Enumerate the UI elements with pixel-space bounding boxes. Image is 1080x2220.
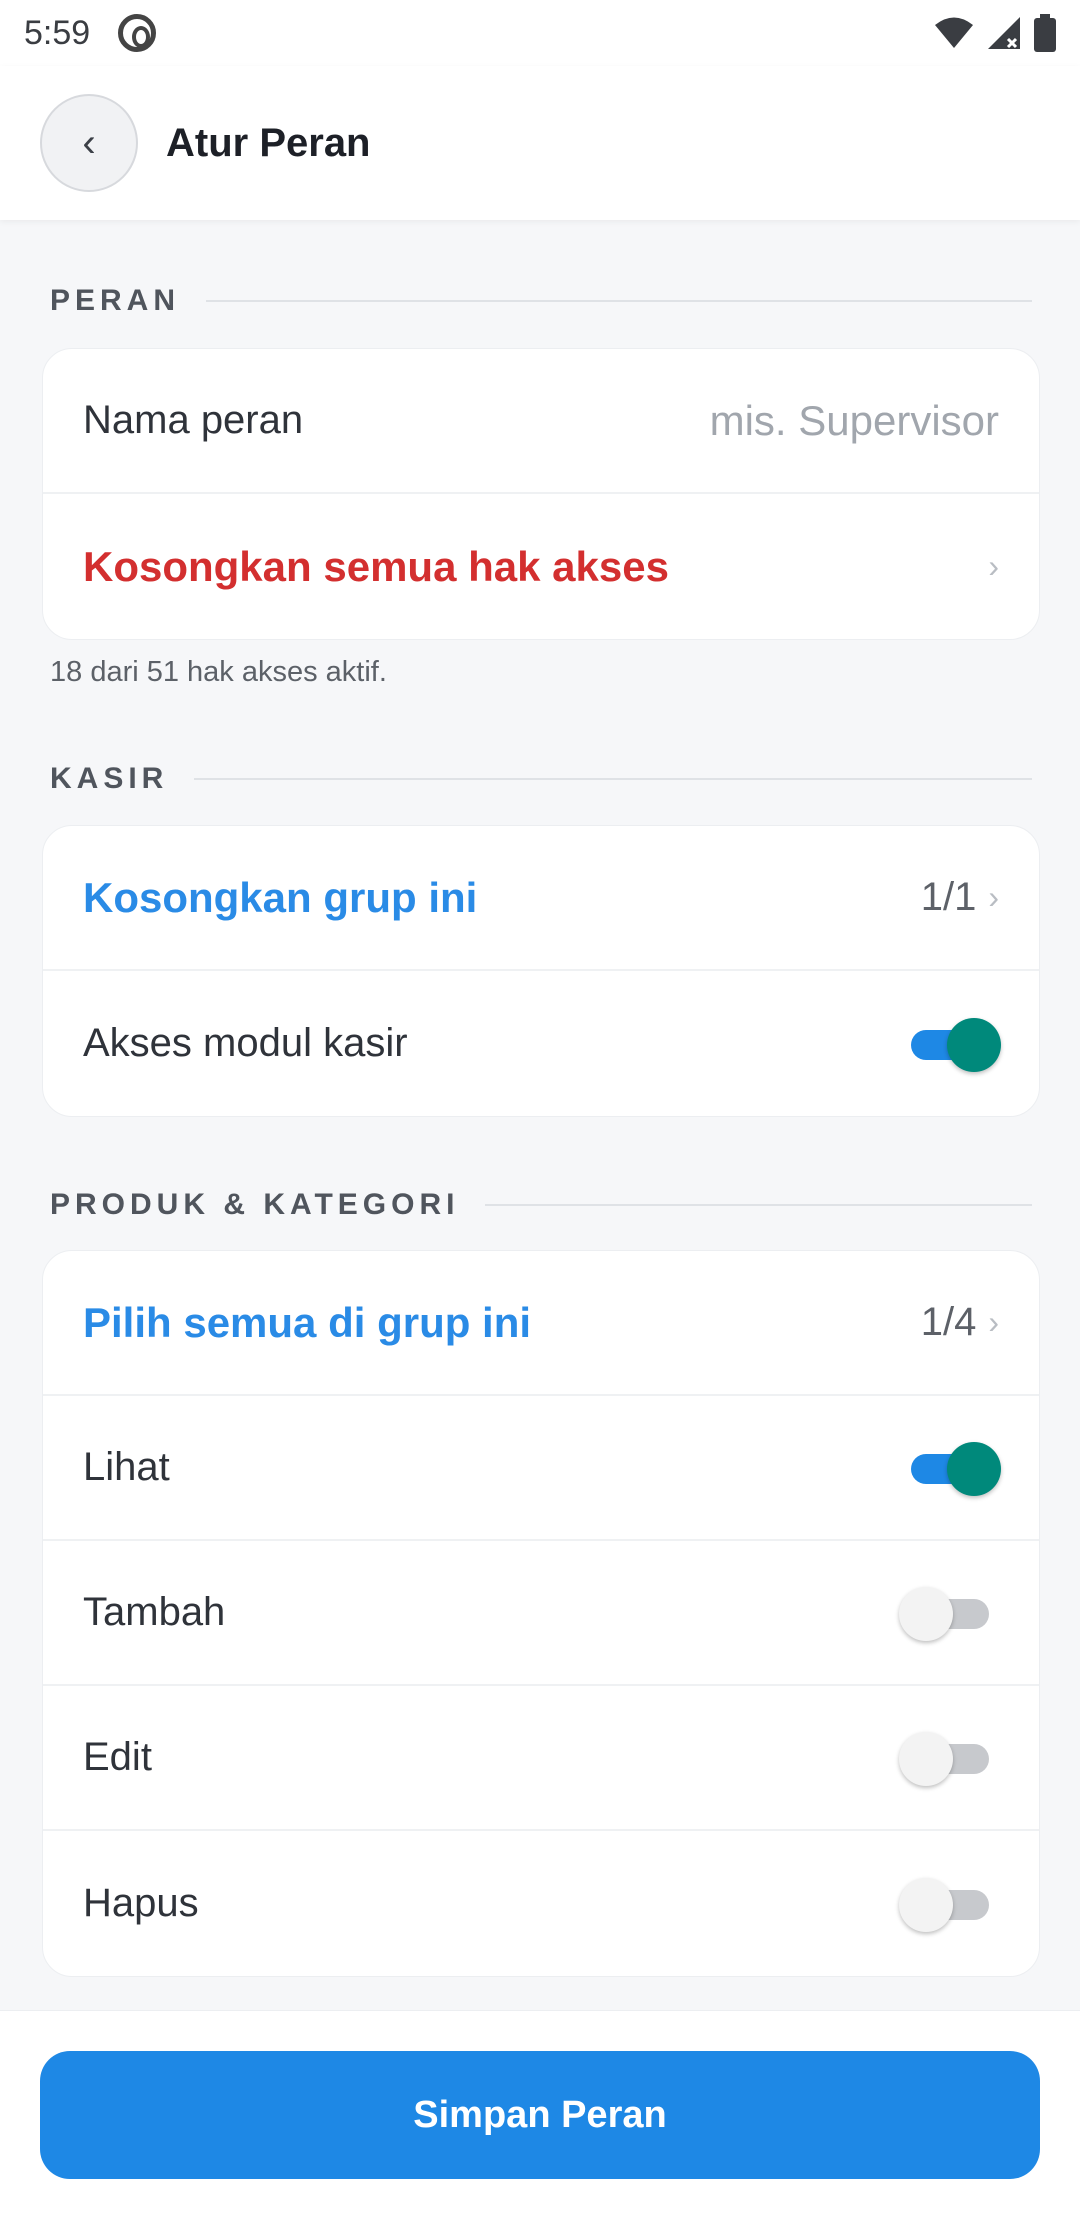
- permission-label: Edit: [83, 1735, 152, 1779]
- section-title-label: PRODUK & KATEGORI: [50, 1188, 460, 1221]
- at-sign-icon: [118, 14, 157, 52]
- permission-row: Hapus: [43, 1831, 1039, 1976]
- permission-row: Lihat: [43, 1396, 1039, 1541]
- permission-label: Lihat: [83, 1445, 170, 1489]
- card-peran: Nama peran mis. Supervisor Kosongkan sem…: [42, 348, 1040, 640]
- status-icons: [934, 14, 1056, 52]
- group-action-label: Kosongkan grup ini: [83, 873, 478, 921]
- permission-row: Akses modul kasir: [43, 971, 1039, 1116]
- chevron-left-icon: ‹: [82, 120, 96, 165]
- role-name-input[interactable]: mis. Supervisor: [710, 397, 999, 445]
- permission-label: Hapus: [83, 1881, 199, 1925]
- permission-toggle[interactable]: [899, 1728, 999, 1788]
- section-title-label: PERAN: [50, 284, 181, 317]
- page-title: Atur Peran: [166, 120, 371, 165]
- section-divider: [206, 300, 1032, 302]
- access-count-helper: 18 dari 51 hak akses aktif.: [50, 656, 387, 688]
- permission-toggle[interactable]: [911, 1014, 1001, 1074]
- app-header: ‹ Atur Peran: [0, 66, 1080, 220]
- permission-label: Tambah: [83, 1590, 226, 1634]
- permission-toggle[interactable]: [899, 1874, 999, 1934]
- permission-toggle[interactable]: [899, 1583, 999, 1643]
- bottom-bar: Simpan Peran: [0, 2010, 1080, 2220]
- chevron-right-icon: ›: [988, 879, 999, 915]
- permission-row: Edit: [43, 1686, 1039, 1831]
- role-name-row: Nama peran mis. Supervisor: [43, 349, 1039, 494]
- wifi-icon: [935, 17, 973, 48]
- group-count: 1/1: [920, 875, 977, 919]
- section-title-produk: PRODUK & KATEGORI: [50, 1188, 1032, 1222]
- section-title-peran: PERAN: [50, 284, 1032, 318]
- save-role-button[interactable]: Simpan Peran: [40, 2051, 1040, 2179]
- permission-toggle[interactable]: [911, 1438, 1001, 1498]
- section-divider: [194, 778, 1032, 780]
- back-button[interactable]: ‹: [40, 94, 138, 192]
- status-bar: 5:59: [0, 0, 1080, 66]
- section-title-label: KASIR: [50, 762, 169, 795]
- section-title-kasir: KASIR: [50, 762, 1032, 796]
- battery-icon: [1034, 14, 1056, 52]
- section-divider: [485, 1204, 1032, 1206]
- clear-all-access-row[interactable]: Kosongkan semua hak akses ›: [43, 494, 1039, 639]
- card-kasir: Kosongkan grup ini 1/1 › Akses modul kas…: [42, 825, 1040, 1117]
- group-count: 1/4: [920, 1300, 977, 1344]
- chevron-right-icon: ›: [988, 548, 999, 584]
- permission-row: Tambah: [43, 1541, 1039, 1686]
- status-time: 5:59: [24, 13, 91, 52]
- clear-all-access-label: Kosongkan semua hak akses: [83, 542, 669, 590]
- signal-icon: [988, 17, 1020, 49]
- chevron-right-icon: ›: [988, 1304, 999, 1340]
- card-produk: Pilih semua di grup ini 1/4 › Lihat Tamb…: [42, 1250, 1040, 1977]
- group-action-row-produk[interactable]: Pilih semua di grup ini 1/4 ›: [43, 1251, 1039, 1396]
- screen: 5:59 ‹ Atur Peran PERAN Nama peran mis. …: [0, 0, 1080, 2220]
- group-action-label: Pilih semua di grup ini: [83, 1298, 532, 1346]
- group-action-row-kasir[interactable]: Kosongkan grup ini 1/1 ›: [43, 826, 1039, 971]
- permission-label: Akses modul kasir: [83, 1021, 408, 1065]
- role-name-label: Nama peran: [83, 398, 304, 442]
